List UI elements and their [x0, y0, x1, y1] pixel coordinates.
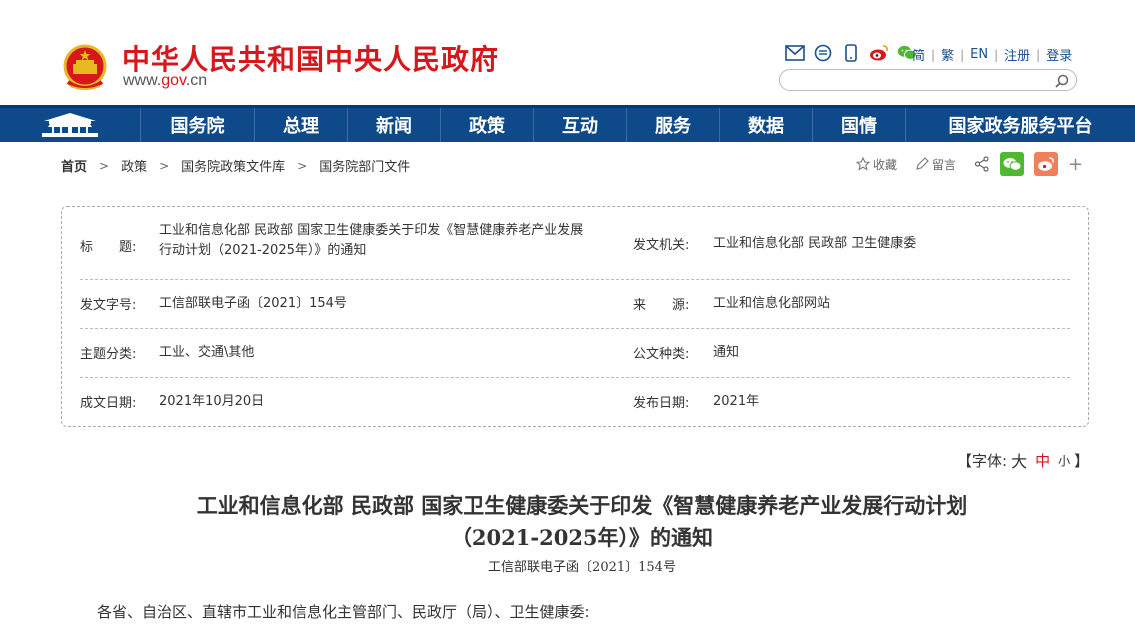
comment-button[interactable]: 留言 [915, 156, 956, 173]
national-emblem-icon[interactable] [60, 42, 110, 94]
link-register[interactable]: 注册 [1004, 45, 1030, 64]
url-gov: gov [161, 72, 186, 89]
document-info-table: 标 题: 工业和信息化部 民政部 国家卫生健康委关于印发《智慧健康养老产业发展行… [61, 206, 1089, 427]
title-value-line1: 工业和信息化部 民政部 国家卫生健康委关于印发《智慧健康养老产业发展 [159, 223, 584, 238]
font-size-medium-button[interactable]: 中 [1035, 450, 1050, 471]
source-label: 来 源: [633, 298, 690, 313]
site-header: 中华人民共和国中央人民政府 www.gov.cn 简 | 繁 | EN | 注册… [0, 0, 1135, 105]
title-value-line2: 行动计划（2021-2025年）》的通知 [159, 243, 367, 258]
share-weibo-button[interactable] [1034, 152, 1059, 176]
main-nav: 国务院 总理 新闻 政策 互动 服务 数据 国情 国家政务服务平台 [0, 105, 1135, 142]
separator: | [960, 47, 965, 62]
share-button[interactable] [974, 156, 990, 172]
chevron-right-icon: > [297, 158, 308, 173]
chevron-right-icon: > [99, 158, 110, 173]
info-row: 发文字号: 工信部联电子函〔2021〕154号 来 源: 工业和信息化部网站 [80, 280, 1070, 329]
nav-item-state-council[interactable]: 国务院 [140, 108, 254, 142]
issuer-label: 发文机关: [633, 238, 690, 253]
info-row: 标 题: 工业和信息化部 民政部 国家卫生健康委关于印发《智慧健康养老产业发展行… [80, 207, 1070, 280]
link-traditional[interactable]: 繁 [941, 45, 954, 64]
docno-label: 发文字号: [80, 298, 137, 313]
written-date-value: 2021年10月20日 [159, 394, 265, 409]
nav-item-gov-service-platform[interactable]: 国家政务服务平台 [905, 108, 1135, 142]
tiananmen-icon [42, 113, 98, 137]
nav-item-interaction[interactable]: 互动 [533, 108, 626, 142]
article-title-line2: （2021-2025年）》的通知 [450, 525, 714, 550]
more-share-icon[interactable]: + [1068, 154, 1083, 175]
font-size-label: 【字体: [957, 451, 1008, 470]
link-login[interactable]: 登录 [1046, 45, 1072, 64]
title-value: 工业和信息化部 民政部 国家卫生健康委关于印发《智慧健康养老产业发展 行动计划（2… [159, 221, 629, 261]
site-url[interactable]: www.gov.cn [123, 72, 207, 90]
nav-item-policy[interactable]: 政策 [440, 108, 533, 142]
topic-label: 主题分类: [80, 347, 137, 362]
publish-date-value: 2021年 [713, 394, 760, 409]
source-value: 工业和信息化部网站 [713, 296, 831, 311]
separator: | [1036, 47, 1041, 62]
share-wechat-button[interactable] [1000, 152, 1025, 176]
chevron-right-icon: > [159, 158, 170, 173]
nav-item-national-info[interactable]: 国情 [812, 108, 905, 142]
font-size-large-button[interactable]: 大 [1011, 448, 1027, 472]
font-size-control: 【字体: 大 中 小 】 [957, 448, 1089, 472]
search-input[interactable] [790, 72, 1045, 88]
nav-item-data[interactable]: 数据 [719, 108, 812, 142]
favorite-button[interactable]: 收藏 [856, 156, 897, 173]
link-simplified[interactable]: 简 [912, 45, 925, 64]
comment-label: 留言 [932, 157, 957, 172]
separator: | [994, 47, 999, 62]
topic-value: 工业、交通\其他 [159, 345, 255, 360]
info-row: 主题分类: 工业、交通\其他 公文种类: 通知 [80, 329, 1070, 378]
link-english[interactable]: EN [970, 47, 988, 62]
written-date-label: 成文日期: [80, 396, 137, 411]
weibo-icon [1038, 157, 1054, 171]
article-title-line1: 工业和信息化部 民政部 国家卫生健康委关于印发《智慧健康养老产业发展行动计划 [196, 493, 968, 518]
info-row: 成文日期: 2021年10月20日 发布日期: 2021年 [80, 378, 1070, 427]
font-size-small-button[interactable]: 小 [1058, 452, 1070, 469]
wechat-icon [1003, 158, 1022, 171]
breadcrumb-policy-library[interactable]: 国务院政策文件库 [181, 156, 285, 175]
font-size-close-bracket: 】 [1074, 451, 1090, 470]
breadcrumb-policy[interactable]: 政策 [121, 156, 147, 175]
chat-icon[interactable] [813, 43, 833, 63]
mail-icon[interactable] [785, 43, 805, 63]
publish-date-label: 发布日期: [633, 396, 690, 411]
mobile-icon[interactable] [841, 43, 861, 63]
nav-item-news[interactable]: 新闻 [347, 108, 440, 142]
title-label: 标 题: [80, 240, 137, 255]
doc-type-label: 公文种类: [633, 347, 690, 362]
breadcrumb: 首页 > 政策 > 国务院政策文件库 > 国务院部门文件 [61, 156, 410, 176]
top-links: 简 | 繁 | EN | 注册 | 登录 [912, 45, 1072, 64]
article-doc-number: 工信部联电子函〔2021〕154号 [488, 560, 676, 575]
star-icon [856, 157, 870, 171]
search-icon[interactable] [1054, 73, 1070, 89]
pen-icon [916, 157, 929, 170]
doc-type-value: 通知 [713, 345, 740, 360]
breadcrumb-home[interactable]: 首页 [61, 156, 87, 175]
top-icon-bar [785, 43, 917, 63]
nav-item-premier[interactable]: 总理 [254, 108, 347, 142]
issuer-value: 工业和信息化部 民政部 卫生健康委 [713, 236, 917, 251]
article-greeting: 各省、自治区、直辖市工业和信息化主管部门、民政厅（局）、卫生健康委: [97, 603, 590, 621]
url-prefix: www. [123, 72, 162, 89]
article-title: 工业和信息化部 民政部 国家卫生健康委关于印发《智慧健康养老产业发展行动计划 （… [100, 490, 1064, 554]
weibo-icon[interactable] [869, 43, 889, 63]
docno-value: 工信部联电子函〔2021〕154号 [159, 296, 347, 311]
favorite-label: 收藏 [873, 157, 898, 172]
share-icon [974, 156, 989, 172]
nav-item-services[interactable]: 服务 [626, 108, 719, 142]
search-box [779, 69, 1077, 91]
url-suffix: .cn [185, 72, 208, 89]
breadcrumb-dept-docs[interactable]: 国务院部门文件 [319, 156, 410, 175]
nav-home[interactable] [0, 108, 140, 142]
separator: | [931, 47, 936, 62]
share-bar: 收藏 留言 + [856, 152, 1083, 176]
